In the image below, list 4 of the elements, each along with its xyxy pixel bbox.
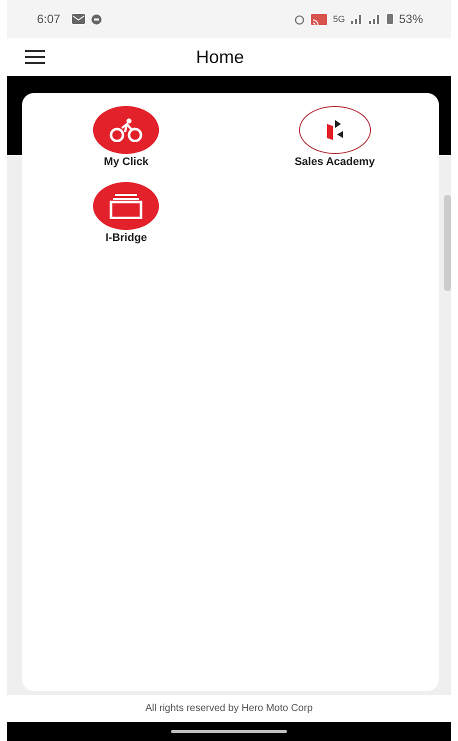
network-label: 5G [332,14,345,24]
battery-percent: 53% [398,12,423,26]
clock-time: 6:07 [37,12,60,26]
page-title: Home [194,46,245,68]
